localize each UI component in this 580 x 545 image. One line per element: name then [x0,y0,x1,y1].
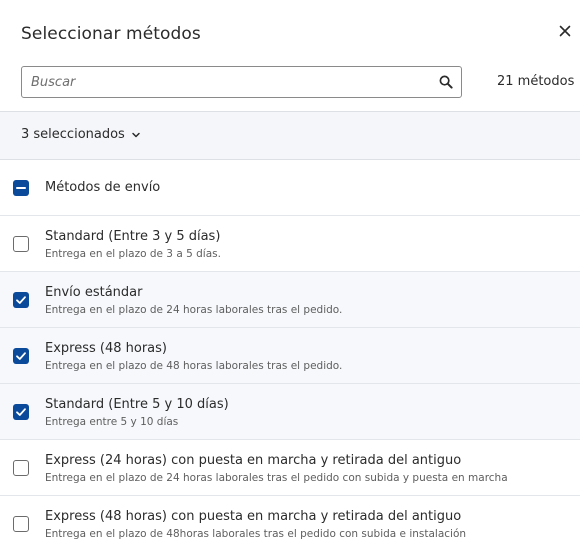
item-description: Entrega en el plazo de 48horas laborales… [45,528,467,540]
check-icon [16,352,26,360]
item-description: Entrega entre 5 y 10 días [45,416,179,428]
methods-count: 21 métodos [497,74,575,89]
item-title: Express (24 horas) con puesta en marcha … [45,453,462,468]
check-icon [16,408,26,416]
item-checkbox[interactable] [13,348,29,364]
item-title: Envío estándar [45,285,143,300]
dialog-title: Seleccionar métodos [21,24,201,44]
close-icon [559,25,571,37]
item-checkbox[interactable] [13,236,29,252]
group-row-shipping-methods[interactable]: Métodos de envío [0,160,580,216]
item-title: Express (48 horas) con puesta en marcha … [45,509,462,524]
item-checkbox[interactable] [13,460,29,476]
item-checkbox[interactable] [13,404,29,420]
item-title: Express (48 horas) [45,341,167,356]
search-box [21,66,462,98]
search-icon[interactable] [439,75,453,89]
chevron-down-icon [132,132,140,137]
item-description: Entrega en el plazo de 24 horas laborale… [45,472,508,484]
group-label: Métodos de envío [45,180,161,195]
group-checkbox-indeterminate[interactable] [13,180,29,196]
item-title: Standard (Entre 3 y 5 días) [45,229,221,244]
list-item[interactable]: Standard (Entre 3 y 5 días) Entrega en e… [0,216,580,272]
item-description: Entrega en el plazo de 3 a 5 días. [45,248,221,260]
select-methods-dialog: Seleccionar métodos 21 métodos 3 selecci… [0,0,580,545]
list-item[interactable]: Envío estándar Entrega en el plazo de 24… [0,272,580,328]
item-description: Entrega en el plazo de 24 horas laborale… [45,304,343,316]
methods-list: Métodos de envío Standard (Entre 3 y 5 d… [0,160,580,545]
close-button[interactable] [556,22,574,40]
item-checkbox[interactable] [13,516,29,532]
item-checkbox[interactable] [13,292,29,308]
check-icon [16,296,26,304]
list-item[interactable]: Express (24 horas) con puesta en marcha … [0,440,580,496]
list-item[interactable]: Standard (Entre 5 y 10 días) Entrega ent… [0,384,580,440]
item-title: Standard (Entre 5 y 10 días) [45,397,229,412]
selection-dropdown-toggle[interactable]: 3 seleccionados [21,127,141,142]
selection-count-label: 3 seleccionados [21,127,125,142]
list-item[interactable]: Express (48 horas) Entrega en el plazo d… [0,328,580,384]
minus-icon [16,187,26,189]
selection-bar: 3 seleccionados [0,111,580,160]
item-description: Entrega en el plazo de 48 horas laborale… [45,360,343,372]
search-input[interactable] [22,67,461,97]
list-item[interactable]: Express (48 horas) con puesta en marcha … [0,496,580,545]
